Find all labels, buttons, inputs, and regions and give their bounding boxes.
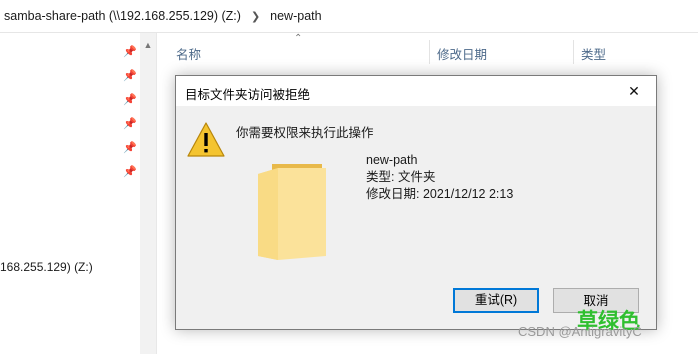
pin-icon[interactable]: 📌 xyxy=(123,141,137,155)
dialog-message: 你需要权限来执行此操作 xyxy=(236,126,374,140)
column-header-type[interactable]: 类型 xyxy=(581,44,606,63)
column-divider[interactable] xyxy=(429,40,430,64)
nav-scrollbar[interactable] xyxy=(140,33,156,354)
file-modified-date: 修改日期: 2021/12/12 2:13 xyxy=(366,187,514,201)
sort-ascending-icon: ⌃ xyxy=(294,33,303,44)
file-info: new-path 类型: 文件夹 修改日期: 2021/12/12 2:13 xyxy=(366,152,513,203)
breadcrumb-parent[interactable]: samba-share-path (\\192.168.255.129) (Z:… xyxy=(4,9,241,23)
column-header-date[interactable]: 修改日期 xyxy=(437,44,487,63)
pin-icon[interactable]: 📌 xyxy=(123,69,137,83)
file-type: 类型: 文件夹 xyxy=(366,170,436,184)
dialog-titlebar[interactable]: 目标文件夹访问被拒绝 ✕ xyxy=(176,76,656,106)
retry-button[interactable]: 重试(R) xyxy=(453,288,539,313)
pin-icon[interactable]: 📌 xyxy=(123,117,137,131)
breadcrumb-current[interactable]: new-path xyxy=(270,9,321,23)
close-icon[interactable]: ✕ xyxy=(612,76,656,106)
chevron-right-icon[interactable]: ❯ xyxy=(251,10,260,23)
access-denied-dialog: 目标文件夹访问被拒绝 ✕ 你需要权限来执行此操作 new-path 类型: 文件… xyxy=(175,75,657,330)
column-divider[interactable] xyxy=(573,40,574,64)
watermark-csdn: CSDN @AntigravityC xyxy=(518,324,642,339)
pin-icon[interactable]: 📌 xyxy=(123,93,137,107)
file-name: new-path xyxy=(366,153,418,167)
warning-icon xyxy=(187,122,225,157)
pin-icon[interactable]: 📌 xyxy=(123,45,137,59)
nav-item-drive[interactable]: 168.255.129) (Z:) xyxy=(0,260,93,274)
column-header-name[interactable]: 名称 xyxy=(176,44,201,63)
address-bar[interactable]: samba-share-path (\\192.168.255.129) (Z:… xyxy=(0,0,698,33)
dialog-title: 目标文件夹访问被拒绝 xyxy=(185,88,311,102)
pin-icon[interactable]: 📌 xyxy=(123,165,137,179)
folder-icon xyxy=(258,164,326,260)
scroll-up-arrow-icon[interactable]: ▲ xyxy=(143,40,153,50)
